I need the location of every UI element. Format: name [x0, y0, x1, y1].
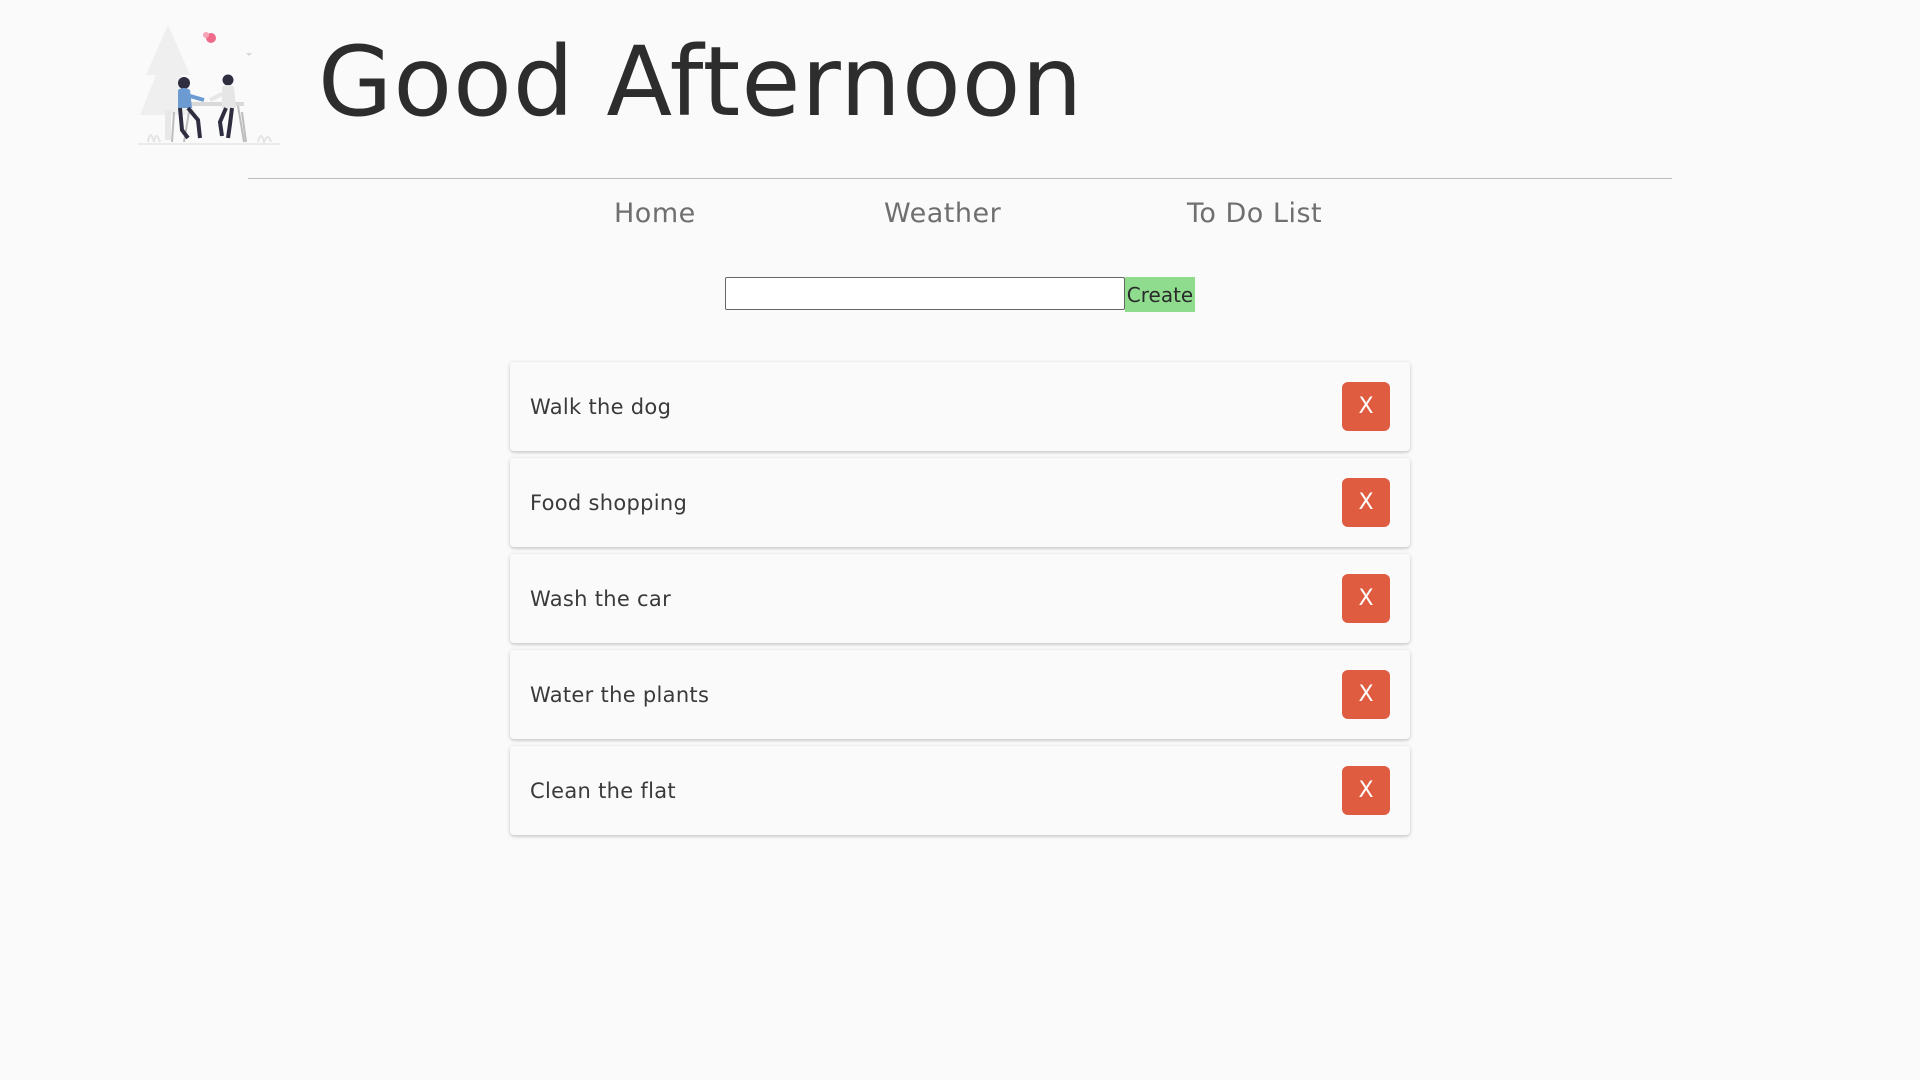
page-title: Good Afternoon: [318, 26, 1084, 138]
task-text: Water the plants: [530, 682, 710, 707]
couple-at-table-illustration: [138, 25, 280, 146]
create-task-form: Create: [725, 277, 1195, 312]
header: [138, 20, 280, 150]
delete-task-button[interactable]: X: [1342, 670, 1390, 719]
delete-task-button[interactable]: X: [1342, 478, 1390, 527]
delete-task-button[interactable]: X: [1342, 766, 1390, 815]
header-divider: [248, 178, 1672, 179]
task-item: Wash the car X: [510, 554, 1410, 643]
task-item: Walk the dog X: [510, 362, 1410, 451]
main-nav: Home Weather To Do List: [0, 198, 1920, 238]
nav-todo-list-link[interactable]: To Do List: [1187, 198, 1322, 229]
task-text: Clean the flat: [530, 778, 676, 803]
delete-task-button[interactable]: X: [1342, 574, 1390, 623]
task-text: Wash the car: [530, 586, 672, 611]
create-button[interactable]: Create: [1125, 277, 1195, 312]
delete-task-button[interactable]: X: [1342, 382, 1390, 431]
task-text: Food shopping: [530, 490, 688, 515]
task-item: Clean the flat X: [510, 746, 1410, 835]
task-item: Food shopping X: [510, 458, 1410, 547]
nav-home-link[interactable]: Home: [614, 198, 696, 229]
new-task-input[interactable]: [725, 277, 1125, 310]
nav-weather-link[interactable]: Weather: [884, 198, 1001, 229]
task-item: Water the plants X: [510, 650, 1410, 739]
task-list: Walk the dog X Food shopping X Wash the …: [510, 362, 1410, 842]
page: Good Afternoon Home Weather To Do List C…: [0, 0, 1920, 1080]
task-text: Walk the dog: [530, 394, 672, 419]
